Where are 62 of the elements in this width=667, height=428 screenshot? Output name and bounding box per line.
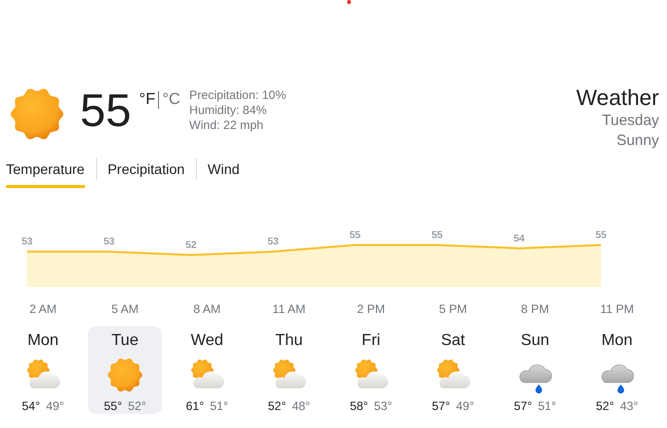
high-temperature: 57° bbox=[514, 398, 532, 414]
day-name: Sat bbox=[440, 331, 465, 351]
time-label: 2 AM bbox=[28, 302, 58, 316]
chart-tab[interactable]: Wind bbox=[208, 158, 240, 188]
day-card[interactable]: Sat 57° 49° bbox=[416, 326, 490, 414]
low-temperature: 43° bbox=[620, 398, 638, 414]
chart-tab[interactable]: Precipitation bbox=[108, 158, 185, 188]
low-temperature: 51° bbox=[210, 398, 228, 414]
time-label: 2 PM bbox=[356, 302, 386, 316]
low-temperature: 48° bbox=[292, 398, 310, 414]
weather-detail: Precipitation: 10% bbox=[189, 88, 286, 103]
high-temperature: 52° bbox=[596, 398, 614, 414]
current-temperature: 55 bbox=[80, 85, 132, 135]
data-label: 53 bbox=[103, 236, 115, 248]
day-card[interactable]: Fri 58° 53° bbox=[334, 326, 408, 414]
time-label: 5 PM bbox=[438, 302, 468, 316]
day-name: Fri bbox=[362, 331, 380, 351]
data-label: 55 bbox=[595, 230, 607, 241]
data-label: 55 bbox=[431, 230, 443, 241]
high-temperature: 55° bbox=[104, 398, 122, 414]
day-card[interactable]: Sun 57° 51° bbox=[498, 326, 572, 414]
data-label: 53 bbox=[21, 236, 33, 248]
weather-title: Weather bbox=[576, 85, 659, 111]
high-temperature: 58° bbox=[350, 398, 368, 414]
day-card[interactable]: Wed 61° 51° bbox=[170, 326, 244, 414]
day-name: Thu bbox=[275, 331, 303, 351]
sun-icon bbox=[106, 356, 144, 394]
day-name: Tue bbox=[112, 331, 138, 351]
low-temperature: 51° bbox=[538, 398, 556, 414]
low-temperature: 49° bbox=[456, 398, 474, 414]
time-label: 8 AM bbox=[192, 302, 222, 316]
day-name: Wed bbox=[190, 331, 224, 351]
weather-detail: Wind: 22 mph bbox=[189, 118, 264, 133]
low-temperature: 49° bbox=[46, 398, 64, 414]
day-card[interactable]: Tue 55° 52° bbox=[88, 326, 162, 414]
day-name: Sun bbox=[520, 331, 550, 351]
day-card[interactable]: Mon 52° 43° bbox=[580, 326, 654, 414]
time-label: 5 AM bbox=[110, 302, 140, 316]
chart-tab[interactable]: Temperature bbox=[6, 158, 85, 188]
weather-detail: Humidity: 84% bbox=[189, 103, 268, 118]
unit-toggle[interactable]: °C bbox=[162, 91, 180, 109]
data-label: 53 bbox=[267, 236, 279, 248]
data-label: 54 bbox=[513, 233, 525, 244]
low-temperature: 52° bbox=[128, 398, 146, 414]
day-card[interactable]: Mon 54° 49° bbox=[6, 326, 80, 414]
data-label: 55 bbox=[349, 230, 361, 241]
time-label: 11 AM bbox=[271, 302, 307, 316]
day-card[interactable]: Thu 52° 48° bbox=[252, 326, 326, 414]
day-label: Tuesday bbox=[602, 111, 659, 131]
high-temperature: 61° bbox=[186, 398, 204, 414]
high-temperature: 54° bbox=[22, 398, 40, 414]
day-name: Mon bbox=[27, 331, 59, 351]
day-name: Mon bbox=[601, 331, 633, 351]
data-label: 52 bbox=[185, 240, 197, 251]
high-temperature: 52° bbox=[268, 398, 286, 414]
marker-dot bbox=[347, 0, 351, 4]
condition-label: Sunny bbox=[616, 131, 659, 151]
low-temperature: 53° bbox=[374, 398, 392, 414]
high-temperature: 57° bbox=[432, 398, 450, 414]
time-label: 8 PM bbox=[520, 302, 550, 316]
unit-toggle[interactable]: °F bbox=[139, 91, 156, 109]
time-label: 11 PM bbox=[599, 302, 635, 316]
